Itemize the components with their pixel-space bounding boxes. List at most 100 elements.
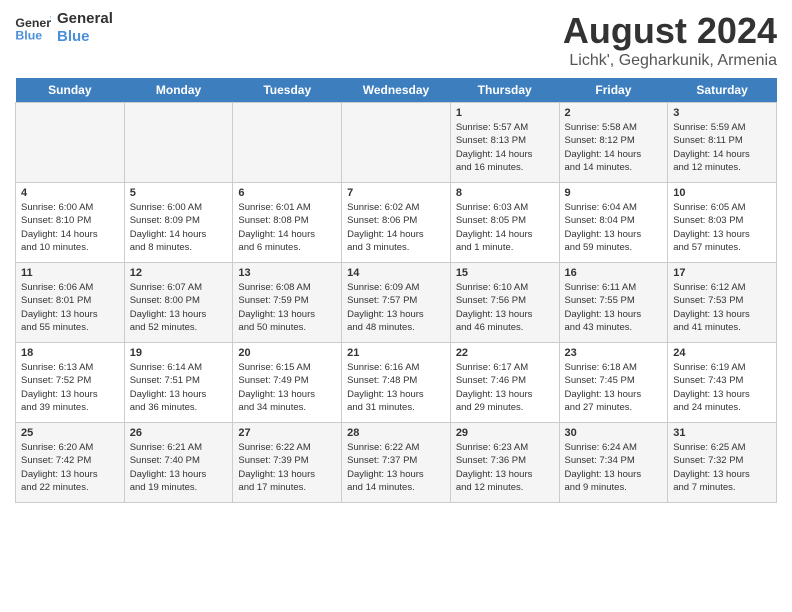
- logo: General Blue General Blue: [15, 10, 113, 46]
- day-number: 27: [238, 427, 336, 439]
- day-info: Sunrise: 6:01 AM Sunset: 8:08 PM Dayligh…: [238, 201, 336, 254]
- main-title: August 2024: [563, 10, 777, 52]
- day-number: 28: [347, 427, 445, 439]
- week-row-2: 4Sunrise: 6:00 AM Sunset: 8:10 PM Daylig…: [16, 183, 777, 263]
- day-number: 21: [347, 347, 445, 359]
- calendar-cell: 4Sunrise: 6:00 AM Sunset: 8:10 PM Daylig…: [16, 183, 125, 263]
- day-number: 4: [21, 187, 119, 199]
- day-number: 2: [565, 107, 663, 119]
- day-info: Sunrise: 6:25 AM Sunset: 7:32 PM Dayligh…: [673, 441, 771, 494]
- column-header-tuesday: Tuesday: [233, 78, 342, 103]
- day-number: 22: [456, 347, 554, 359]
- calendar-cell: 22 Sunrise: 6:17 AM Sunset: 7:46 PM Dayli…: [450, 343, 559, 423]
- day-number: 10: [673, 187, 771, 199]
- day-number: 19: [130, 347, 228, 359]
- calendar-cell: 11 Sunrise: 6:06 AM Sunset: 8:01 PM Dayli…: [16, 263, 125, 343]
- day-info: Sunrise: 6:17 AM Sunset: 7:46 PM Dayligh…: [456, 361, 554, 414]
- calendar-cell: 12Sunrise: 6:07 AM Sunset: 8:00 PM Dayli…: [124, 263, 233, 343]
- day-number: 15: [456, 267, 554, 279]
- day-number: 24: [673, 347, 771, 359]
- calendar-cell: 20Sunrise: 6:15 AM Sunset: 7:49 PM Dayli…: [233, 343, 342, 423]
- calendar-cell: 10 Sunrise: 6:05 AM Sunset: 8:03 PM Dayli…: [668, 183, 777, 263]
- day-number: 3: [673, 107, 771, 119]
- calendar-cell: [233, 103, 342, 183]
- day-info: Sunrise: 6:20 AM Sunset: 7:42 PM Dayligh…: [21, 441, 119, 494]
- calendar-cell: 1 Sunrise: 5:57 AM Sunset: 8:13 PM Daylig…: [450, 103, 559, 183]
- logo-icon: General Blue: [15, 13, 51, 43]
- calendar-cell: [124, 103, 233, 183]
- calendar-cell: [342, 103, 451, 183]
- day-info: Sunrise: 6:16 AM Sunset: 7:48 PM Dayligh…: [347, 361, 445, 414]
- day-number: 18: [21, 347, 119, 359]
- day-info: Sunrise: 6:10 AM Sunset: 7:56 PM Dayligh…: [456, 281, 554, 334]
- calendar-cell: 5 Sunrise: 6:00 AM Sunset: 8:09 PM Daylig…: [124, 183, 233, 263]
- calendar-cell: 2 Sunrise: 5:58 AM Sunset: 8:12 PM Daylig…: [559, 103, 668, 183]
- calendar-cell: 13Sunrise: 6:08 AM Sunset: 7:59 PM Dayli…: [233, 263, 342, 343]
- calendar-cell: 29Sunrise: 6:23 AM Sunset: 7:36 PM Dayli…: [450, 423, 559, 503]
- calendar-cell: 25Sunrise: 6:20 AM Sunset: 7:42 PM Dayli…: [16, 423, 125, 503]
- week-row-1: 1 Sunrise: 5:57 AM Sunset: 8:13 PM Daylig…: [16, 103, 777, 183]
- logo-blue: Blue: [57, 28, 113, 46]
- day-info: Sunrise: 6:13 AM Sunset: 7:52 PM Dayligh…: [21, 361, 119, 414]
- day-info: Sunrise: 6:06 AM Sunset: 8:01 PM Dayligh…: [21, 281, 119, 334]
- logo-general: General: [57, 10, 113, 28]
- calendar-cell: 24Sunrise: 6:19 AM Sunset: 7:43 PM Dayli…: [668, 343, 777, 423]
- header-row: SundayMondayTuesdayWednesdayThursdayFrid…: [16, 78, 777, 103]
- day-number: 11: [21, 267, 119, 279]
- title-block: August 2024 Lichk', Gegharkunik, Armenia: [563, 10, 777, 70]
- column-header-saturday: Saturday: [668, 78, 777, 103]
- day-number: 23: [565, 347, 663, 359]
- column-header-monday: Monday: [124, 78, 233, 103]
- column-header-sunday: Sunday: [16, 78, 125, 103]
- column-header-wednesday: Wednesday: [342, 78, 451, 103]
- week-row-4: 18 Sunrise: 6:13 AM Sunset: 7:52 PM Dayli…: [16, 343, 777, 423]
- day-info: Sunrise: 5:57 AM Sunset: 8:13 PM Dayligh…: [456, 121, 554, 174]
- calendar-cell: 17 Sunrise: 6:12 AM Sunset: 7:53 PM Dayli…: [668, 263, 777, 343]
- calendar-cell: 3 Sunrise: 5:59 AM Sunset: 8:11 PM Daylig…: [668, 103, 777, 183]
- calendar-cell: 23 Sunrise: 6:18 AM Sunset: 7:45 PM Dayli…: [559, 343, 668, 423]
- svg-text:Blue: Blue: [15, 28, 42, 42]
- day-number: 20: [238, 347, 336, 359]
- day-info: Sunrise: 6:14 AM Sunset: 7:51 PM Dayligh…: [130, 361, 228, 414]
- calendar-cell: 8Sunrise: 6:03 AM Sunset: 8:05 PM Daylig…: [450, 183, 559, 263]
- day-number: 31: [673, 427, 771, 439]
- day-info: Sunrise: 6:07 AM Sunset: 8:00 PM Dayligh…: [130, 281, 228, 334]
- calendar-cell: 6Sunrise: 6:01 AM Sunset: 8:08 PM Daylig…: [233, 183, 342, 263]
- calendar-cell: 14Sunrise: 6:09 AM Sunset: 7:57 PM Dayli…: [342, 263, 451, 343]
- calendar-cell: 19 Sunrise: 6:14 AM Sunset: 7:51 PM Dayli…: [124, 343, 233, 423]
- header: General Blue General Blue August 2024 Li…: [15, 10, 777, 70]
- calendar-cell: 7Sunrise: 6:02 AM Sunset: 8:06 PM Daylig…: [342, 183, 451, 263]
- calendar-cell: 21 Sunrise: 6:16 AM Sunset: 7:48 PM Dayli…: [342, 343, 451, 423]
- day-info: Sunrise: 5:58 AM Sunset: 8:12 PM Dayligh…: [565, 121, 663, 174]
- day-info: Sunrise: 6:18 AM Sunset: 7:45 PM Dayligh…: [565, 361, 663, 414]
- day-info: Sunrise: 6:23 AM Sunset: 7:36 PM Dayligh…: [456, 441, 554, 494]
- day-number: 26: [130, 427, 228, 439]
- calendar-cell: 26 Sunrise: 6:21 AM Sunset: 7:40 PM Dayli…: [124, 423, 233, 503]
- day-info: Sunrise: 6:11 AM Sunset: 7:55 PM Dayligh…: [565, 281, 663, 334]
- day-number: 5: [130, 187, 228, 199]
- day-info: Sunrise: 6:08 AM Sunset: 7:59 PM Dayligh…: [238, 281, 336, 334]
- page: General Blue General Blue August 2024 Li…: [0, 0, 792, 513]
- day-info: Sunrise: 5:59 AM Sunset: 8:11 PM Dayligh…: [673, 121, 771, 174]
- calendar-cell: 28 Sunrise: 6:22 AM Sunset: 7:37 PM Dayli…: [342, 423, 451, 503]
- day-number: 14: [347, 267, 445, 279]
- calendar-cell: 31 Sunrise: 6:25 AM Sunset: 7:32 PM Dayli…: [668, 423, 777, 503]
- day-info: Sunrise: 6:22 AM Sunset: 7:39 PM Dayligh…: [238, 441, 336, 494]
- day-info: Sunrise: 6:03 AM Sunset: 8:05 PM Dayligh…: [456, 201, 554, 254]
- day-info: Sunrise: 6:05 AM Sunset: 8:03 PM Dayligh…: [673, 201, 771, 254]
- calendar-cell: 16 Sunrise: 6:11 AM Sunset: 7:55 PM Dayli…: [559, 263, 668, 343]
- day-info: Sunrise: 6:22 AM Sunset: 7:37 PM Dayligh…: [347, 441, 445, 494]
- calendar-table: SundayMondayTuesdayWednesdayThursdayFrid…: [15, 78, 777, 503]
- day-info: Sunrise: 6:21 AM Sunset: 7:40 PM Dayligh…: [130, 441, 228, 494]
- day-number: 9: [565, 187, 663, 199]
- day-number: 1: [456, 107, 554, 119]
- subtitle: Lichk', Gegharkunik, Armenia: [563, 52, 777, 70]
- calendar-cell: 15 Sunrise: 6:10 AM Sunset: 7:56 PM Dayli…: [450, 263, 559, 343]
- day-info: Sunrise: 6:04 AM Sunset: 8:04 PM Dayligh…: [565, 201, 663, 254]
- calendar-cell: 27 Sunrise: 6:22 AM Sunset: 7:39 PM Dayli…: [233, 423, 342, 503]
- day-info: Sunrise: 6:12 AM Sunset: 7:53 PM Dayligh…: [673, 281, 771, 334]
- day-number: 16: [565, 267, 663, 279]
- day-info: Sunrise: 6:00 AM Sunset: 8:09 PM Dayligh…: [130, 201, 228, 254]
- day-number: 30: [565, 427, 663, 439]
- day-number: 17: [673, 267, 771, 279]
